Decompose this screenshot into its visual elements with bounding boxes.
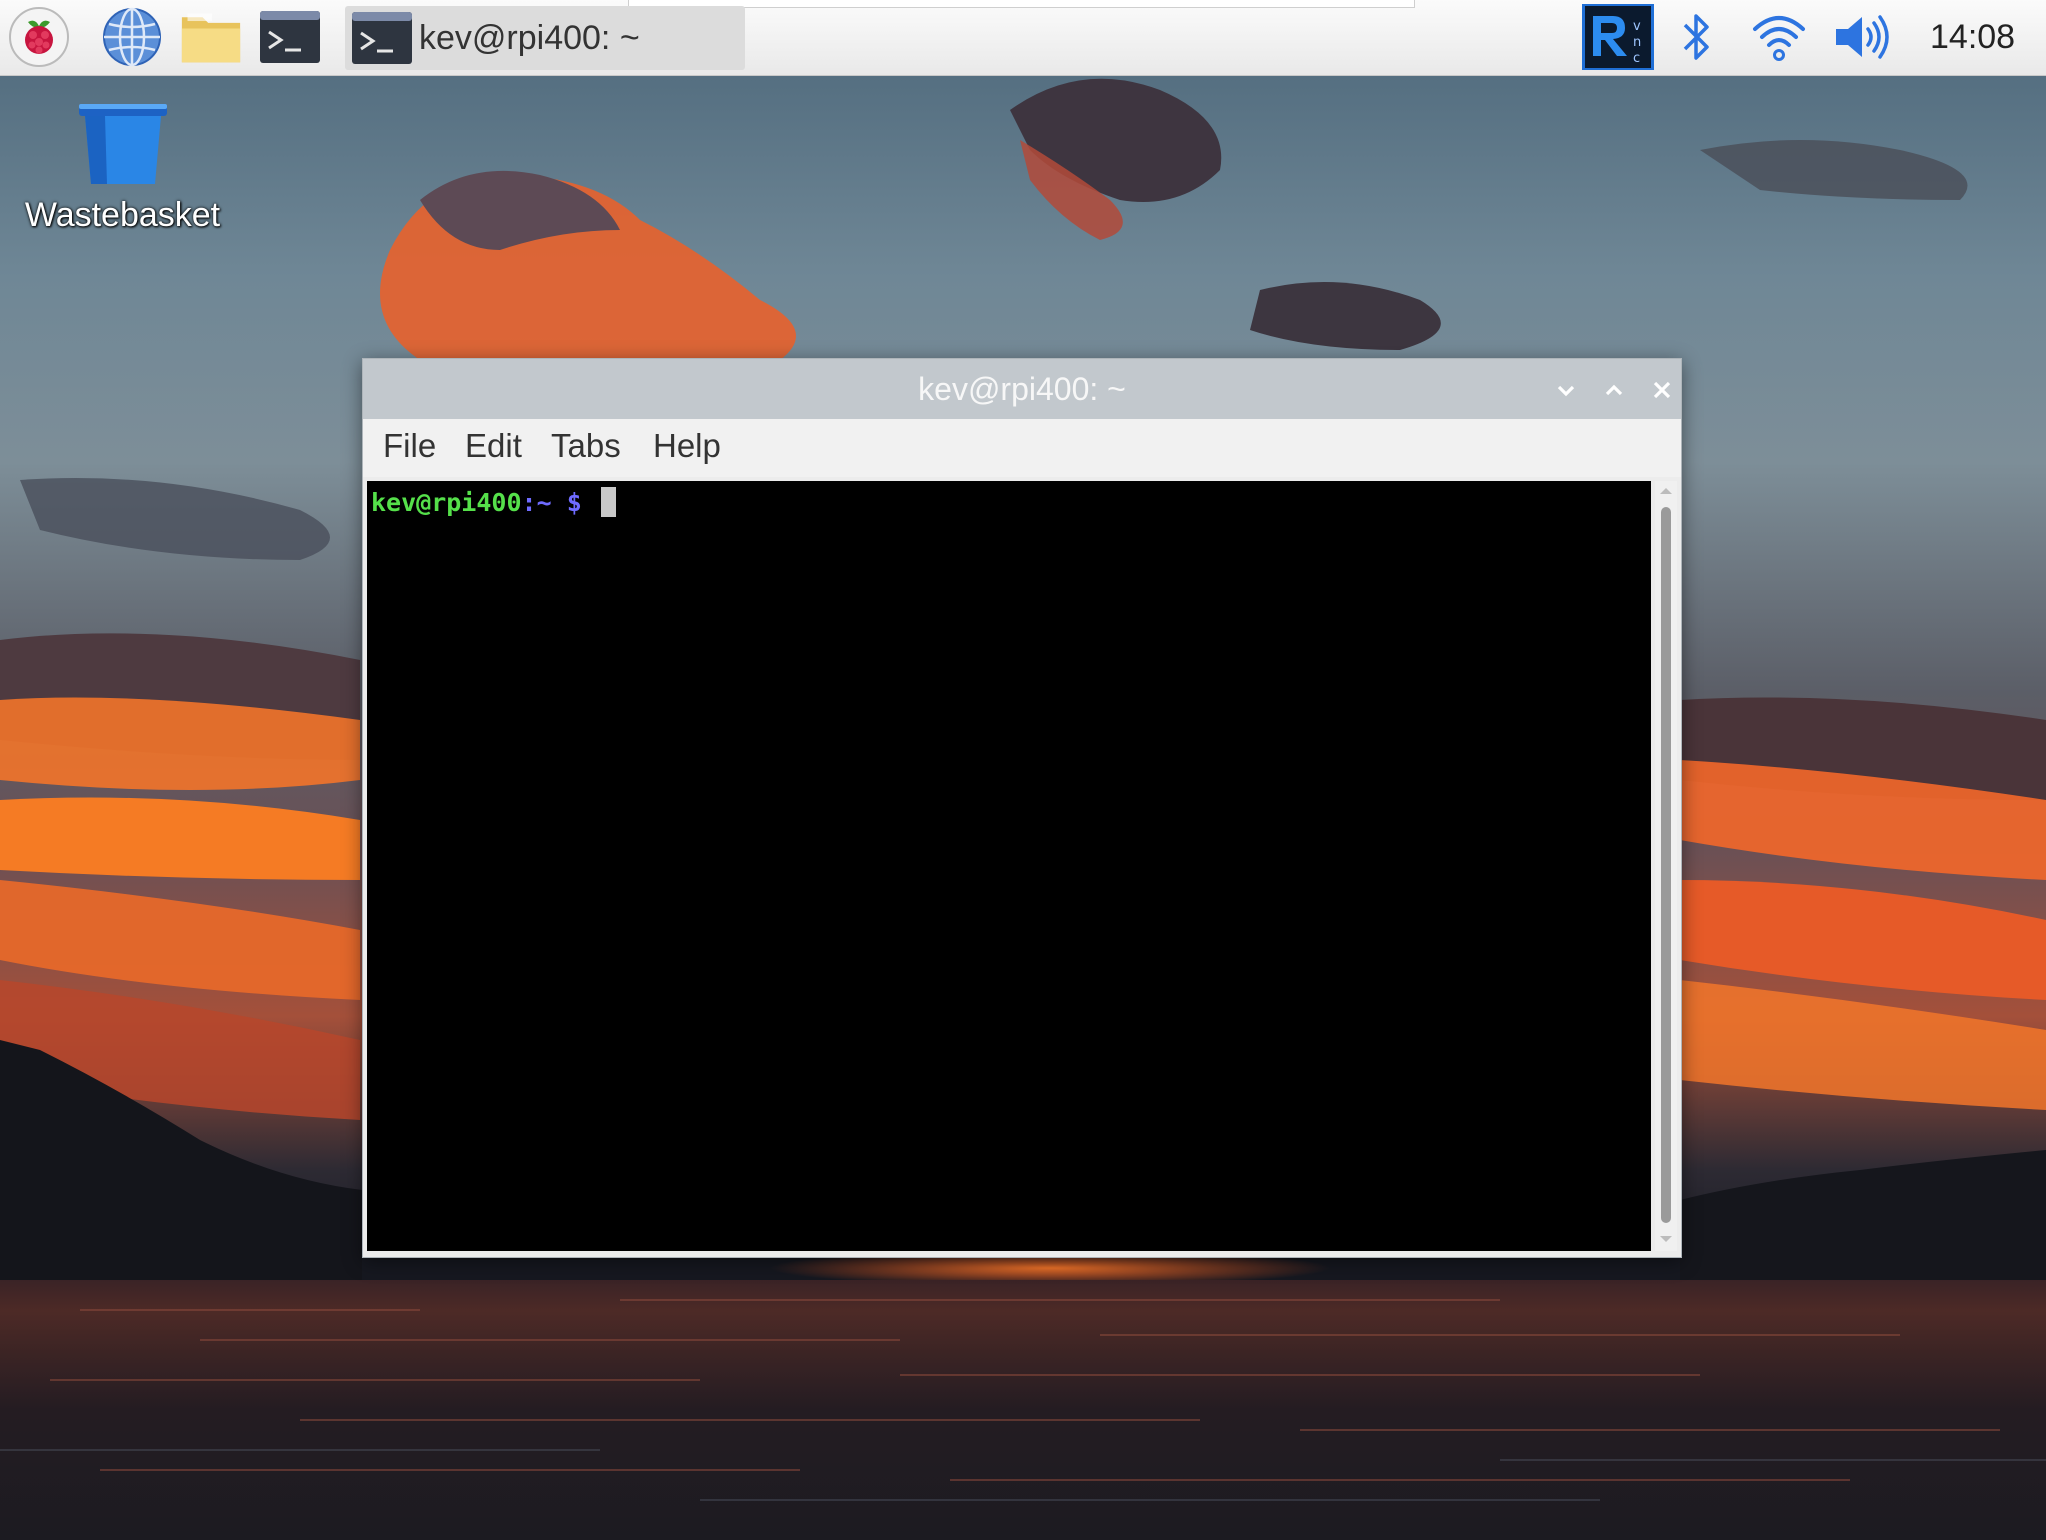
window-titlebar[interactable]: kev@rpi400: ~ [363, 359, 1681, 419]
bluetooth-icon [1683, 14, 1709, 60]
scroll-up-icon[interactable] [1655, 483, 1677, 499]
volume-icon [1836, 15, 1889, 59]
shell-prompt: kev@rpi400:~ $ [371, 487, 616, 517]
clock[interactable]: 14:08 [1930, 18, 2015, 57]
bluetooth-tray-button[interactable] [1672, 4, 1722, 70]
vnc-tray-button[interactable]: v n c [1582, 4, 1654, 70]
close-button[interactable] [1645, 373, 1679, 407]
wifi-icon [1753, 16, 1805, 61]
prompt-user-host: kev@rpi400 [371, 488, 522, 517]
raspberry-menu-button[interactable] [8, 6, 70, 68]
menu-tabs[interactable]: Tabs [551, 427, 621, 465]
svg-text:n: n [1633, 35, 1641, 50]
terminal-window: kev@rpi400: ~ File Edit Tabs Help kev@rp… [362, 358, 1682, 1258]
menu-help[interactable]: Help [653, 427, 721, 465]
terminal-icon [260, 11, 320, 63]
vertical-scrollbar[interactable] [1655, 481, 1677, 1251]
wastebasket-label: Wastebasket [24, 196, 221, 234]
text-cursor [600, 487, 616, 517]
folder-icon [181, 13, 241, 63]
svg-text:v: v [1633, 19, 1641, 34]
maximize-button[interactable] [1597, 373, 1631, 407]
taskbar-window-label: kev@rpi400: ~ [419, 18, 640, 57]
wastebasket-desktop-icon[interactable]: Wastebasket [20, 100, 225, 235]
panel-autohide-strip [628, 0, 1415, 8]
prompt-path: :~ [521, 488, 552, 517]
wifi-tray-button[interactable] [1748, 4, 1810, 70]
volume-tray-button[interactable] [1830, 4, 1894, 70]
scroll-down-icon[interactable] [1655, 1231, 1677, 1247]
svg-text:c: c [1633, 51, 1640, 66]
globe-icon [103, 7, 161, 67]
menu-edit[interactable]: Edit [465, 427, 522, 465]
scrollbar-thumb[interactable] [1661, 507, 1671, 1223]
window-title: kev@rpi400: ~ [918, 371, 1126, 407]
web-browser-launcher[interactable] [101, 6, 163, 68]
file-manager-launcher[interactable] [180, 6, 242, 68]
vnc-icon: v n c [1585, 6, 1651, 68]
raspberry-icon [9, 7, 69, 67]
prompt-symbol: $ [566, 488, 582, 517]
terminal-icon [352, 12, 412, 64]
terminal-launcher[interactable] [259, 6, 321, 68]
menu-file[interactable]: File [383, 427, 436, 465]
top-panel: kev@rpi400: ~ v n c 14:08 [0, 0, 2046, 76]
minimize-button[interactable] [1549, 373, 1583, 407]
wastebasket-icon [78, 104, 167, 184]
terminal-output[interactable]: kev@rpi400:~ $ [367, 481, 1651, 1251]
taskbar-window-button[interactable]: kev@rpi400: ~ [345, 6, 745, 70]
minimize-icon [1557, 385, 1575, 397]
close-icon [1653, 381, 1671, 399]
maximize-icon [1605, 384, 1623, 396]
